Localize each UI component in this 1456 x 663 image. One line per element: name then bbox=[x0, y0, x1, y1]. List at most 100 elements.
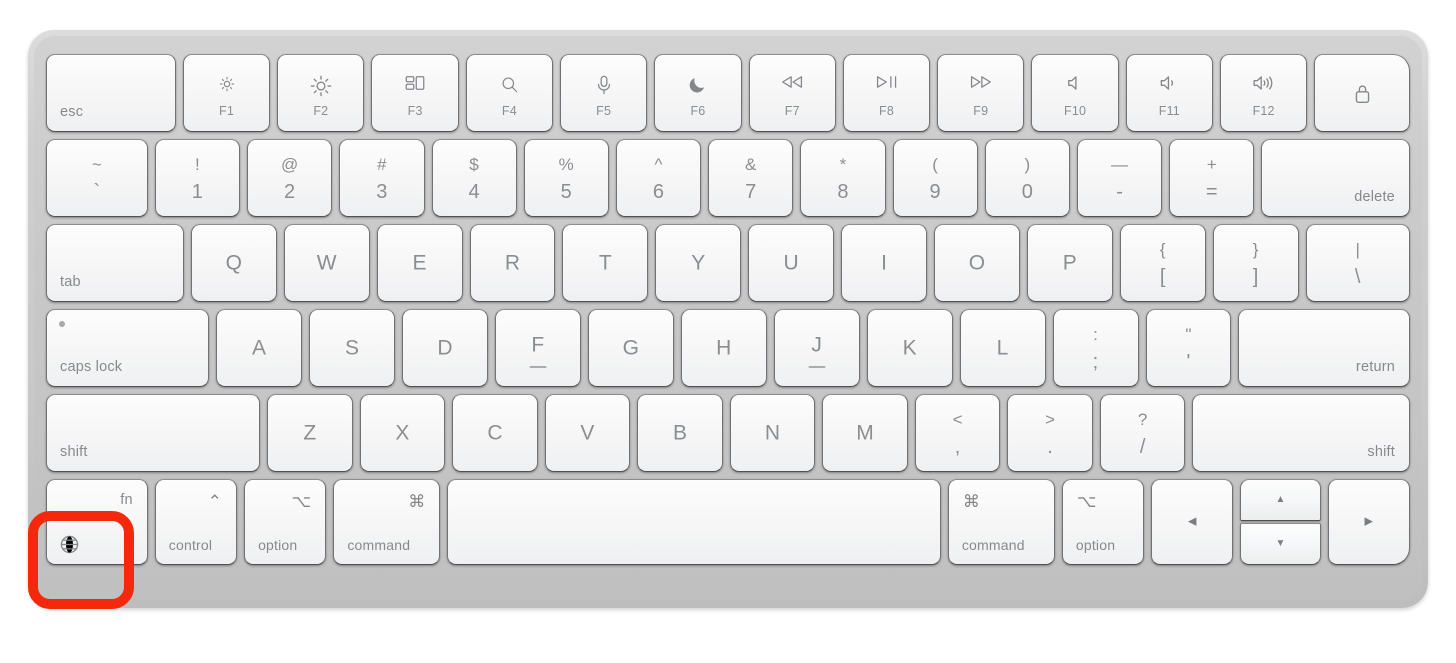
key-grave-tilde[interactable]: ~ ` bbox=[46, 139, 148, 217]
key-a[interactable]: A bbox=[216, 309, 303, 387]
key-f6[interactable]: F6 bbox=[654, 54, 742, 132]
do-not-disturb-moon-icon bbox=[655, 75, 740, 94]
key-o[interactable]: O bbox=[934, 224, 1020, 302]
home-row-tactile-bar bbox=[808, 366, 826, 368]
magic-keyboard: esc F1 F2 F3 F4 F5 F6 F7 F8 F9 F10 F11 F… bbox=[28, 30, 1428, 608]
key-comma[interactable]: < , bbox=[914, 394, 1001, 472]
key-shift-legend: ( bbox=[932, 155, 939, 174]
key-8[interactable]: * 8 bbox=[800, 139, 886, 217]
key-9[interactable]: ( 9 bbox=[892, 139, 978, 217]
key-label: F bbox=[531, 333, 545, 357]
key-f11[interactable]: F11 bbox=[1125, 54, 1213, 132]
key-tab[interactable]: tab bbox=[46, 224, 184, 302]
key-w[interactable]: W bbox=[283, 224, 370, 302]
key-shift-legend: $ bbox=[469, 155, 479, 174]
lock-touchid-icon bbox=[1315, 83, 1409, 105]
key-f8[interactable]: F8 bbox=[842, 54, 931, 132]
key-right-shift[interactable]: shift bbox=[1192, 394, 1410, 472]
key-control[interactable]: ⌃ control bbox=[154, 479, 238, 565]
key-h[interactable]: H bbox=[680, 309, 767, 387]
key-k[interactable]: K bbox=[866, 309, 953, 387]
key-label: S bbox=[344, 336, 360, 360]
key-l[interactable]: L bbox=[959, 309, 1046, 387]
key-f[interactable]: F bbox=[494, 309, 581, 387]
key-3[interactable]: # 3 bbox=[339, 139, 425, 217]
key-right-bracket[interactable]: } ] bbox=[1212, 224, 1299, 302]
key-u[interactable]: U bbox=[748, 224, 835, 302]
key-minus[interactable]: — - bbox=[1077, 139, 1163, 217]
key-d[interactable]: D bbox=[402, 309, 488, 387]
key-q[interactable]: Q bbox=[190, 224, 277, 302]
key-f10[interactable]: F10 bbox=[1031, 54, 1119, 132]
key-space[interactable] bbox=[447, 479, 941, 565]
key-f2[interactable]: F2 bbox=[277, 54, 365, 132]
key-quote[interactable]: " ' bbox=[1145, 309, 1232, 387]
fast-forward-icon bbox=[938, 75, 1023, 89]
key-shift-legend: % bbox=[558, 155, 574, 174]
arrow-left-icon: ◀ bbox=[1187, 515, 1197, 528]
key-6[interactable]: ^ 6 bbox=[615, 139, 702, 217]
key-arrow-left[interactable]: ◀ bbox=[1151, 479, 1234, 565]
key-1[interactable]: ! 1 bbox=[154, 139, 241, 217]
key-f1[interactable]: F1 bbox=[182, 54, 271, 132]
key-arrow-down[interactable]: ▼ bbox=[1240, 523, 1321, 565]
key-command-right[interactable]: ⌘ command bbox=[947, 479, 1055, 565]
key-slash[interactable]: ? / bbox=[1099, 394, 1186, 472]
key-f7[interactable]: F7 bbox=[748, 54, 836, 132]
key-delete[interactable]: delete bbox=[1261, 139, 1410, 217]
key-left-bracket[interactable]: { [ bbox=[1119, 224, 1206, 302]
key-touch-id-lock[interactable] bbox=[1314, 54, 1411, 132]
key-f3[interactable]: F3 bbox=[371, 54, 459, 132]
key-label: E bbox=[412, 251, 427, 275]
key-label: return bbox=[1355, 358, 1396, 375]
key-label: F2 bbox=[313, 103, 329, 118]
key-7[interactable]: & 7 bbox=[708, 139, 794, 217]
key-z[interactable]: Z bbox=[267, 394, 353, 472]
key-caps-lock[interactable]: caps lock bbox=[46, 309, 210, 387]
key-label: D bbox=[437, 336, 453, 360]
key-s[interactable]: S bbox=[309, 309, 396, 387]
key-x[interactable]: X bbox=[359, 394, 446, 472]
key-y[interactable]: Y bbox=[655, 224, 742, 302]
key-arrow-up[interactable]: ▲ bbox=[1240, 479, 1321, 521]
key-t[interactable]: T bbox=[562, 224, 649, 302]
key-f4[interactable]: F4 bbox=[465, 54, 554, 132]
key-label: Z bbox=[303, 421, 317, 445]
key-5[interactable]: % 5 bbox=[523, 139, 609, 217]
key-b[interactable]: B bbox=[637, 394, 723, 472]
key-base-legend: 0 bbox=[1021, 181, 1034, 203]
key-0[interactable]: ) 0 bbox=[984, 139, 1071, 217]
key-period[interactable]: > . bbox=[1007, 394, 1093, 472]
key-fn[interactable]: fn bbox=[46, 479, 148, 565]
key-command-left[interactable]: ⌘ command bbox=[333, 479, 441, 565]
key-n[interactable]: N bbox=[729, 394, 816, 472]
key-label: Y bbox=[691, 251, 706, 275]
key-label: F11 bbox=[1158, 103, 1180, 118]
key-v[interactable]: V bbox=[544, 394, 631, 472]
key-r[interactable]: R bbox=[469, 224, 556, 302]
key-4[interactable]: $ 4 bbox=[431, 139, 517, 217]
key-option-right[interactable]: ⌥ option bbox=[1061, 479, 1145, 565]
key-j[interactable]: J bbox=[773, 309, 860, 387]
key-c[interactable]: C bbox=[452, 394, 538, 472]
key-m[interactable]: M bbox=[822, 394, 908, 472]
key-label: O bbox=[968, 251, 986, 275]
key-f5[interactable]: F5 bbox=[560, 54, 648, 132]
key-backslash[interactable]: | \ bbox=[1305, 224, 1410, 302]
key-option-left[interactable]: ⌥ option bbox=[244, 479, 327, 565]
key-f12[interactable]: F12 bbox=[1220, 54, 1308, 132]
command-symbol: ⌘ bbox=[408, 492, 426, 511]
key-f9[interactable]: F9 bbox=[937, 54, 1025, 132]
key-e[interactable]: E bbox=[376, 224, 463, 302]
key-g[interactable]: G bbox=[587, 309, 674, 387]
key-arrow-right[interactable]: ▶ bbox=[1327, 479, 1410, 565]
key-i[interactable]: I bbox=[841, 224, 928, 302]
key-2[interactable]: @ 2 bbox=[247, 139, 333, 217]
key-return[interactable]: return bbox=[1238, 309, 1411, 387]
key-semicolon[interactable]: : ; bbox=[1052, 309, 1139, 387]
mission-control-icon bbox=[372, 75, 457, 91]
key-esc[interactable]: esc bbox=[46, 54, 176, 132]
key-left-shift[interactable]: shift bbox=[46, 394, 261, 472]
key-p[interactable]: P bbox=[1026, 224, 1113, 302]
key-equal[interactable]: + = bbox=[1169, 139, 1255, 217]
